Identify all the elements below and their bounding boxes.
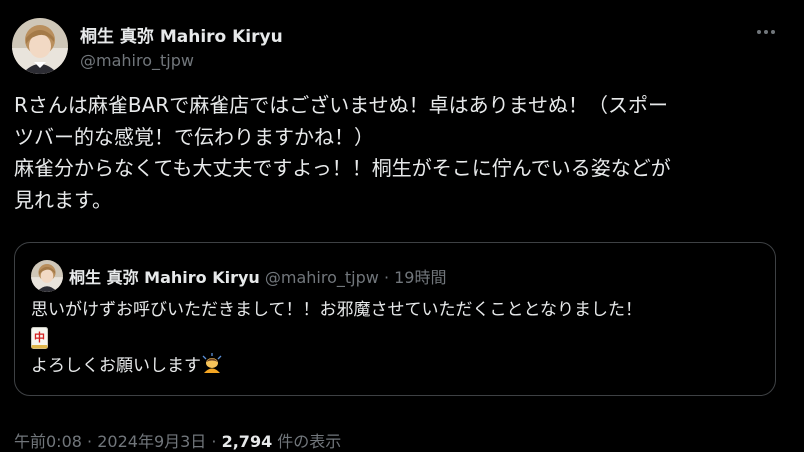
quote-line-3: よろしくお願いします <box>31 355 201 376</box>
quote-time: 19時間 <box>394 268 447 287</box>
mahjong-red-dragon-icon: 中 <box>31 327 48 349</box>
mahjong-tile-char: 中 <box>34 330 45 344</box>
author-handle[interactable]: @mahiro_tjpw <box>80 51 194 70</box>
views-count: 2,794 <box>221 432 273 451</box>
quote-author-avatar <box>31 260 63 292</box>
quote-author-name: 桐生 真弥 Mahiro Kiryu <box>69 268 260 287</box>
person-bowing-icon <box>201 352 223 374</box>
author-avatar[interactable] <box>12 18 68 74</box>
quote-author-handle: @mahiro_tjpw <box>264 268 379 287</box>
quote-line-1: 思いがけずお呼びいただきまして！！お邪魔させていただくこととなりました！ <box>31 300 642 320</box>
tweet-text: Rさんは麻雀BARで麻雀店ではございませぬ！卓はありませぬ！（スポー ツバー的な… <box>14 93 671 212</box>
tweet-meta: 午前0:08 · 2024年9月3日 · 2,794 件の表示 <box>14 428 341 452</box>
views-label: 件の表示 <box>277 432 342 451</box>
author-name[interactable]: 桐生 真弥 Mahiro Kiryu <box>80 22 283 47</box>
quoted-tweet-card[interactable]: 桐生 真弥 Mahiro Kiryu @mahiro_tjpw · 19時間 思… <box>14 242 776 396</box>
quote-text: 思いがけずお呼びいただきまして！！お邪魔させていただくこととなりました！ 中 よ… <box>31 297 761 380</box>
tweet-date[interactable]: 2024年9月3日 <box>97 432 206 451</box>
more-horizontal-icon <box>757 30 775 34</box>
tweet-time[interactable]: 午前0:08 <box>14 432 82 451</box>
more-options-button[interactable] <box>750 18 782 46</box>
meta-separator: · <box>87 432 93 451</box>
quote-separator: · <box>383 268 390 287</box>
quote-header: 桐生 真弥 Mahiro Kiryu @mahiro_tjpw · 19時間 <box>69 264 447 288</box>
meta-separator-2: · <box>211 432 217 451</box>
